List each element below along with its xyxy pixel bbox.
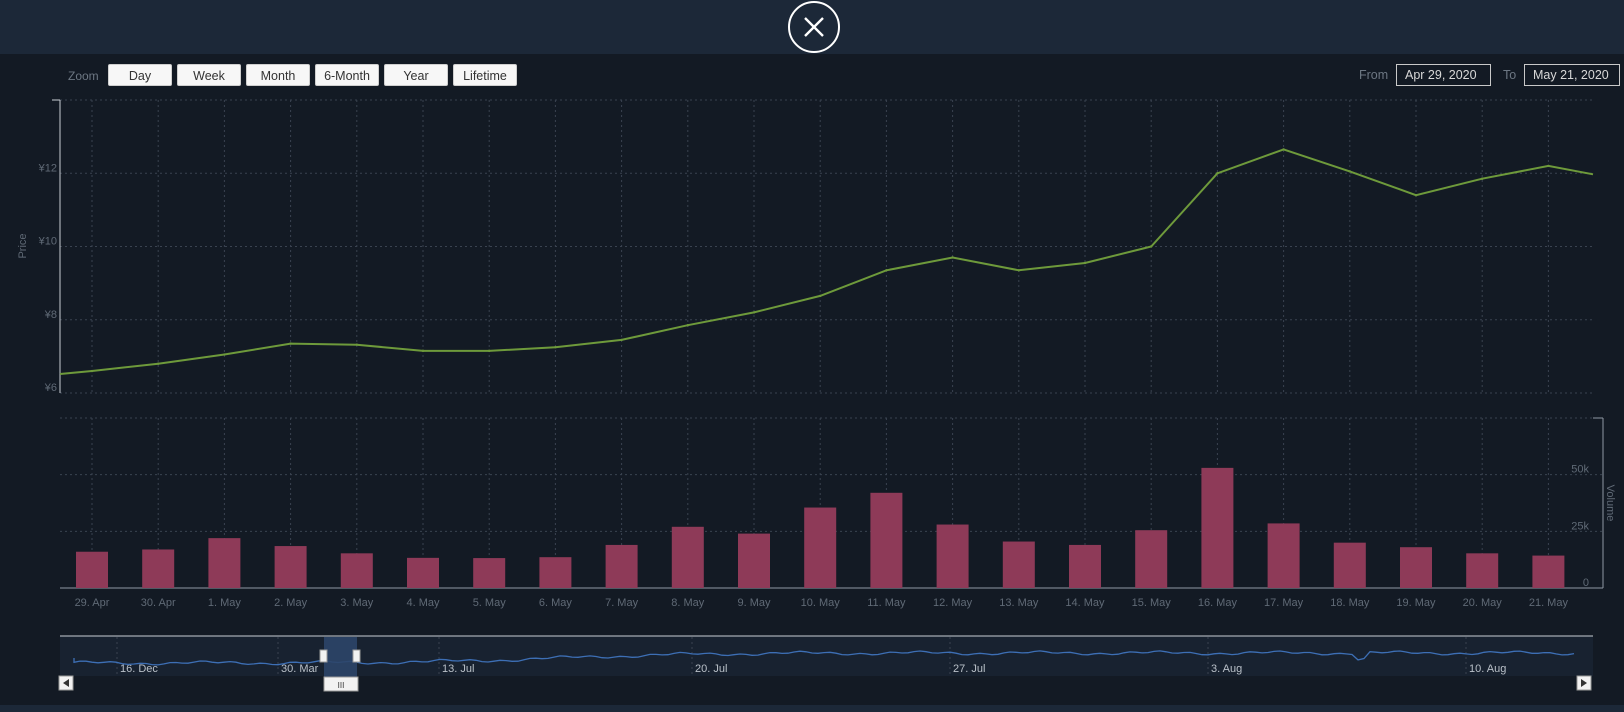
price-point xyxy=(1017,269,1020,272)
bottom-band xyxy=(0,705,1624,712)
volume-bar xyxy=(671,526,704,588)
volume-bar xyxy=(1069,544,1101,588)
price-point xyxy=(620,338,623,342)
price-point xyxy=(885,269,888,272)
navigator-date-label: 30. Mar xyxy=(281,663,319,675)
navigator-date-label: 10. Aug xyxy=(1469,663,1506,675)
scrollbar-grip-label: III xyxy=(338,681,345,690)
price-y-tick-label: ¥12 xyxy=(38,162,57,174)
x-tick-label: 18. May xyxy=(1330,597,1370,609)
price-point xyxy=(819,294,822,298)
x-tick-label: 8. May xyxy=(671,597,705,609)
price-point xyxy=(421,349,425,353)
x-tick-label: 20. May xyxy=(1463,597,1503,609)
price-point xyxy=(752,311,756,314)
volume-bar xyxy=(76,551,108,588)
volume-bar xyxy=(1532,555,1565,588)
x-tick-label: 1. May xyxy=(208,597,242,609)
navigator-scrollbar-track xyxy=(60,677,1593,691)
volume-bar xyxy=(1002,541,1035,588)
navigator-right-handle xyxy=(352,649,361,663)
x-tick-label: 15. May xyxy=(1132,597,1172,609)
price-point xyxy=(554,346,557,349)
price-point xyxy=(1083,261,1087,265)
navigator-date-label: 13. Jul xyxy=(442,663,474,675)
navigator-date-label: 3. Aug xyxy=(1211,663,1242,675)
price-point xyxy=(1348,170,1352,173)
volume-bar xyxy=(1267,523,1300,588)
volume-bar xyxy=(473,558,506,588)
x-tick-label: 16. May xyxy=(1198,597,1238,609)
price-point xyxy=(355,343,358,346)
volume-bar xyxy=(1201,467,1234,588)
x-tick-label: 12. May xyxy=(933,597,973,609)
price-axis-title: Price xyxy=(17,233,29,258)
x-tick-label: 19. May xyxy=(1396,597,1436,609)
x-tick-label: 4. May xyxy=(406,597,440,609)
price-y-tick-label: ¥8 xyxy=(44,309,57,321)
volume-bar xyxy=(870,492,903,588)
x-tick-label: 21. May xyxy=(1529,597,1569,609)
price-y-tick-label: ¥10 xyxy=(38,236,57,248)
volume-axis-title: Volume xyxy=(1604,485,1616,522)
navigator-left-handle xyxy=(319,649,328,663)
volume-bar xyxy=(1333,542,1366,588)
volume-bar xyxy=(936,524,969,588)
x-tick-label: 11. May xyxy=(867,597,906,609)
volume-bar xyxy=(142,549,175,588)
volume-bar xyxy=(340,553,373,588)
volume-bar xyxy=(407,557,439,588)
stock-chart: ¥6 ¥8 ¥10 ¥12 Price 0 25k 50k Volume 29. Apr 30. A… xyxy=(17,99,1616,692)
price-point xyxy=(1282,148,1285,151)
x-tick-label: 6. May xyxy=(539,597,573,609)
x-tick-label: 29. Apr xyxy=(75,597,110,609)
price-point xyxy=(1547,164,1550,168)
x-tick-label: 30. Apr xyxy=(141,597,176,609)
x-tick-label: 13. May xyxy=(999,597,1039,609)
volume-bar xyxy=(1400,547,1432,588)
x-tick-label: 2. May xyxy=(274,597,308,609)
price-point xyxy=(223,353,226,356)
volume-bar xyxy=(208,538,241,588)
price-point xyxy=(686,324,689,327)
volume-bar xyxy=(605,544,638,588)
volume-bar xyxy=(539,557,572,588)
price-point xyxy=(90,369,94,373)
volume-bar xyxy=(738,533,770,588)
price-point xyxy=(951,256,954,259)
x-tick-label: 3. May xyxy=(340,597,374,609)
volume-y-tick-label: 50k xyxy=(1571,464,1589,476)
price-point xyxy=(289,342,292,345)
x-tick-label: 14. May xyxy=(1065,597,1105,609)
price-point xyxy=(488,349,491,353)
price-point xyxy=(1216,172,1219,175)
volume-y-tick-label: 25k xyxy=(1571,520,1589,532)
price-point xyxy=(1481,177,1484,180)
navigator-date-label: 27. Jul xyxy=(953,663,985,675)
x-tick-label: 5. May xyxy=(473,597,507,609)
price-point xyxy=(1414,194,1418,197)
price-series-line xyxy=(59,148,1594,375)
x-tick-label: 9. May xyxy=(737,597,771,609)
x-tick-label: 10. May xyxy=(801,597,841,609)
volume-bar xyxy=(1135,530,1168,588)
x-tick-label: 7. May xyxy=(605,597,639,609)
navigator-date-label: 20. Jul xyxy=(695,663,727,675)
price-point xyxy=(1150,245,1153,248)
volume-bar xyxy=(1466,553,1499,588)
volume-y-tick-label: 0 xyxy=(1583,577,1589,589)
volume-bar xyxy=(274,546,307,588)
navigator-selection-window xyxy=(324,637,357,677)
price-y-tick-label: ¥6 xyxy=(44,382,57,394)
volume-bar xyxy=(804,507,837,588)
price-point xyxy=(157,362,160,365)
x-tick-label: 17. May xyxy=(1264,597,1304,609)
